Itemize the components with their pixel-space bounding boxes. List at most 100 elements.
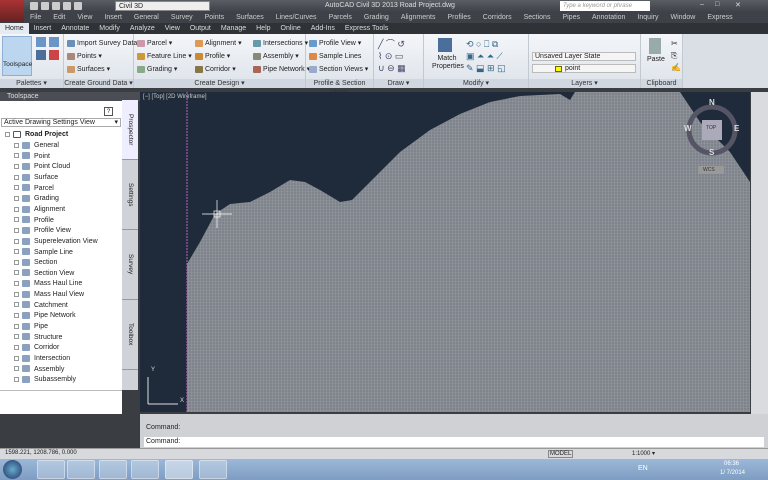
tab-expresstools[interactable]: Express Tools xyxy=(340,23,393,34)
tab-insert[interactable]: Insert xyxy=(29,23,57,34)
design-button-7[interactable]: Assembly ▾ xyxy=(253,52,299,61)
tab-annotate[interactable]: Annotate xyxy=(56,23,94,34)
explorer-icon[interactable] xyxy=(67,460,95,479)
tree-item-general[interactable]: General xyxy=(14,141,59,151)
prospector-icon[interactable] xyxy=(36,37,46,47)
ground-button-2[interactable]: Surfaces ▾ xyxy=(67,65,110,74)
properties-icon[interactable] xyxy=(49,37,59,47)
panel-label[interactable]: Create Design ▾ xyxy=(134,79,305,88)
tree-item-pipe[interactable]: Pipe xyxy=(14,322,48,332)
ground-button-0[interactable]: Import Survey Data xyxy=(67,39,137,48)
toolspace-button[interactable]: Toolspace xyxy=(2,36,32,76)
ground-button-1[interactable]: Points ▾ xyxy=(67,52,102,61)
viewport-label[interactable]: [−] [Top] [2D Wireframe] xyxy=(143,94,207,100)
expand-icon[interactable] xyxy=(14,270,19,276)
panel-label[interactable]: Layers ▾ xyxy=(529,79,640,88)
civil3d-icon[interactable] xyxy=(165,460,193,479)
tree-root[interactable]: Road Project xyxy=(5,130,68,140)
tab-home[interactable]: Home xyxy=(0,23,29,34)
expand-icon[interactable] xyxy=(14,355,19,361)
expand-icon[interactable] xyxy=(14,323,19,329)
tab-analyze[interactable]: Analyze xyxy=(125,23,160,34)
expand-icon[interactable] xyxy=(14,281,19,287)
model-button[interactable]: MODEL xyxy=(548,450,574,458)
paste-button[interactable]: Paste xyxy=(647,56,665,63)
layer-state-dropdown[interactable]: Unsaved Layer State xyxy=(532,52,636,61)
tree-item-surface[interactable]: Surface xyxy=(14,173,58,183)
search-input[interactable]: Type a keyword or phrase xyxy=(560,1,650,11)
expand-icon[interactable] xyxy=(14,313,19,319)
menu-linescurves[interactable]: Lines/Curves xyxy=(270,12,323,23)
panel-label[interactable]: Draw ▾ xyxy=(374,79,423,88)
expand-icon[interactable] xyxy=(14,345,19,350)
viewcube-top[interactable]: TOP xyxy=(706,125,716,131)
tree-item-parcel[interactable]: Parcel xyxy=(14,184,54,194)
expand-icon[interactable] xyxy=(14,238,19,244)
panel-label[interactable]: Create Ground Data ▾ xyxy=(64,79,133,88)
design-button-6[interactable]: Intersections ▾ xyxy=(253,39,308,48)
expand-icon[interactable] xyxy=(14,185,19,191)
tree-item-sample-line[interactable]: Sample Line xyxy=(14,248,73,258)
tree-item-structure[interactable]: Structure xyxy=(14,333,62,343)
menu-general[interactable]: General xyxy=(128,12,165,23)
tree-item-mass-haul-view[interactable]: Mass Haul View xyxy=(14,290,84,300)
menu-grading[interactable]: Grading xyxy=(358,12,395,23)
design-button-1[interactable]: Feature Line ▾ xyxy=(137,52,192,61)
menu-parcels[interactable]: Parcels xyxy=(323,12,358,23)
menu-pipes[interactable]: Pipes xyxy=(556,12,586,23)
expand-icon[interactable] xyxy=(14,163,19,169)
wcs-label[interactable]: WCS xyxy=(703,167,715,173)
expand-icon[interactable] xyxy=(14,174,19,180)
layer-dropdown[interactable]: point xyxy=(532,64,636,73)
menu-corridors[interactable]: Corridors xyxy=(477,12,518,23)
expand-icon[interactable] xyxy=(14,302,19,308)
language-indicator[interactable]: EN xyxy=(638,465,648,472)
annotation-scale[interactable]: 1:1000 ▾ xyxy=(632,450,655,457)
collapse-icon[interactable] xyxy=(5,131,10,137)
new-icon[interactable] xyxy=(30,2,38,10)
expand-icon[interactable] xyxy=(14,227,19,233)
undo-icon[interactable] xyxy=(74,2,82,10)
panorama-icon[interactable] xyxy=(36,50,46,60)
panel-label[interactable]: Profile & Section Views xyxy=(306,79,373,96)
expand-icon[interactable] xyxy=(14,142,19,148)
expand-icon[interactable] xyxy=(14,153,19,159)
tree-item-profile-view[interactable]: Profile View xyxy=(14,226,71,236)
tree-item-assembly[interactable]: Assembly xyxy=(14,365,64,375)
tree-item-corridor[interactable]: Corridor xyxy=(14,343,59,353)
expand-icon[interactable] xyxy=(14,259,19,265)
modify-tools-icon[interactable]: ⟲ ○ ⎕ ⧉ ▣ ⏶ ⏶ ⟋ ✎ ⬓ ⊞ ◱ xyxy=(466,38,506,74)
workspace-dropdown[interactable]: Civil 3D xyxy=(115,1,210,11)
tree-item-mass-haul-line[interactable]: Mass Haul Line xyxy=(14,279,82,289)
help-icon[interactable]: ? xyxy=(104,107,113,116)
tool-palette-strip[interactable] xyxy=(751,92,768,414)
tab-output[interactable]: Output xyxy=(185,23,216,34)
close-icon[interactable]: ✕ xyxy=(735,1,741,9)
menu-file[interactable]: File xyxy=(24,12,47,23)
menu-profiles[interactable]: Profiles xyxy=(441,12,476,23)
panel-label[interactable]: Palettes ▾ xyxy=(0,79,63,88)
menu-surfaces[interactable]: Surfaces xyxy=(230,12,270,23)
expand-icon[interactable] xyxy=(14,334,19,340)
tree-item-catchment[interactable]: Catchment xyxy=(14,301,68,311)
tab-modify[interactable]: Modify xyxy=(94,23,125,34)
panel-label[interactable]: Modify ▾ xyxy=(424,79,528,88)
match-properties-button[interactable]: Match Properties xyxy=(432,55,464,71)
draw-tools-icon[interactable]: ╱ ⌒ ↺ ⌇ ⊙ ▭ ∪ ⊖ ▦ xyxy=(378,38,406,74)
expand-icon[interactable] xyxy=(14,291,19,297)
compass-north[interactable]: N xyxy=(709,98,715,107)
menu-window[interactable]: Window xyxy=(664,12,701,23)
compass-east[interactable]: E xyxy=(734,124,739,133)
menu-sections[interactable]: Sections xyxy=(518,12,557,23)
tab-online[interactable]: Online xyxy=(276,23,306,34)
app-icon[interactable] xyxy=(131,460,159,479)
tree-item-pipe-network[interactable]: Pipe Network xyxy=(14,311,76,321)
menu-annotation[interactable]: Annotation xyxy=(586,12,631,23)
expand-icon[interactable] xyxy=(14,376,19,382)
tree-item-section[interactable]: Section xyxy=(14,258,57,268)
tab-prospector[interactable]: Prospector xyxy=(122,100,138,160)
clock-time[interactable]: 06:36 xyxy=(724,461,739,467)
expand-icon[interactable] xyxy=(14,249,19,255)
profile-button-0[interactable]: Profile View ▾ xyxy=(309,39,361,48)
menu-survey[interactable]: Survey xyxy=(165,12,199,23)
